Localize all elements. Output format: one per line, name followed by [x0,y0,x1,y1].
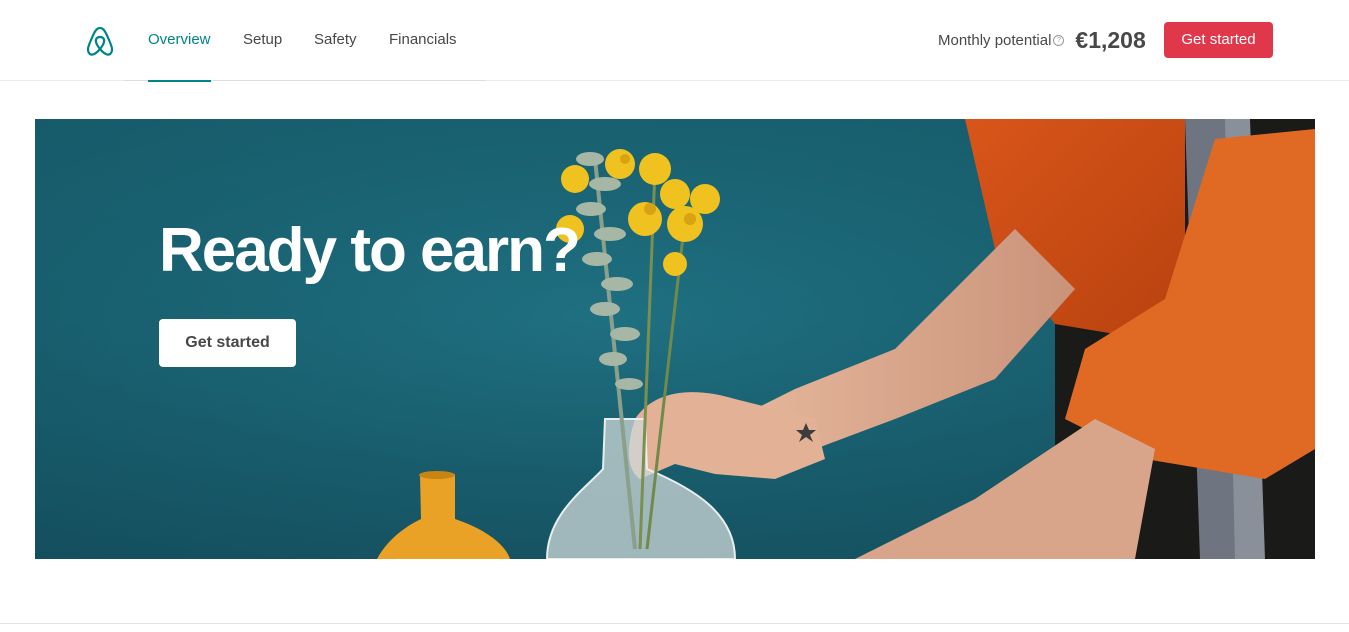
section-divider [0,623,1349,624]
monthly-potential-value: €1,208 [1075,26,1146,53]
tab-safety[interactable]: Safety [314,0,357,81]
tab-financials[interactable]: Financials [389,0,457,81]
monthly-potential-label: Monthly potential [938,31,1052,49]
hero-title: Ready to earn? [159,216,581,285]
tab-setup[interactable]: Setup [243,0,282,81]
header-get-started-button[interactable]: Get started [1164,22,1273,58]
hero-banner: Ready to earn? Get started [35,119,1315,559]
airbnb-logo-icon[interactable] [85,25,115,57]
section-tabs: Overview Setup Safety Financials [124,0,486,82]
hero-get-started-button[interactable]: Get started [159,319,296,367]
top-navigation-bar: Overview Setup Safety Financials Monthly… [0,0,1349,82]
monthly-potential: Monthly potential ? €1,208 [938,22,1146,58]
tab-overview[interactable]: Overview [148,0,211,82]
question-circle-icon[interactable]: ? [1053,35,1065,46]
